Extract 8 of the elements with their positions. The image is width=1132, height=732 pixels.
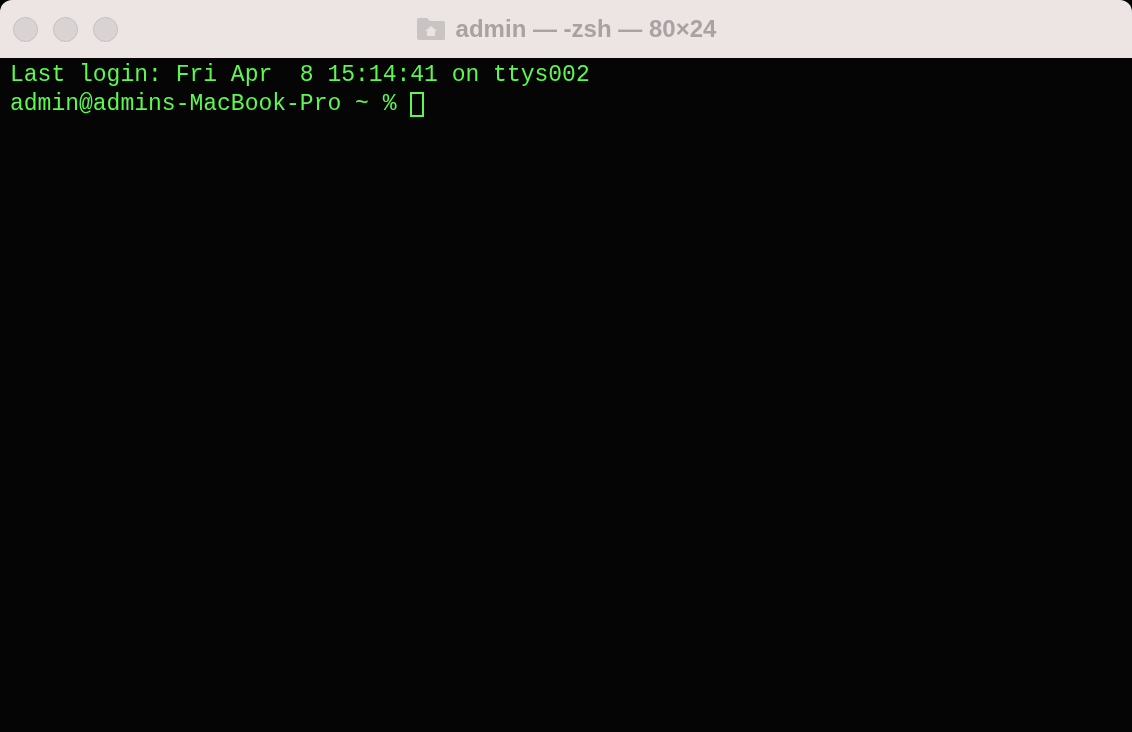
text-cursor bbox=[410, 92, 425, 117]
zoom-button[interactable] bbox=[93, 16, 118, 42]
terminal-output: Last login: Fri Apr 8 15:14:41 on ttys002 bbox=[10, 61, 590, 90]
close-button[interactable] bbox=[13, 16, 38, 42]
window-title: admin — -zsh — 80×24 bbox=[455, 14, 717, 44]
shell-prompt: admin@admins-MacBook-Pro ~ % bbox=[10, 90, 398, 119]
home-folder-icon bbox=[415, 17, 446, 41]
minimize-button[interactable] bbox=[53, 16, 78, 42]
